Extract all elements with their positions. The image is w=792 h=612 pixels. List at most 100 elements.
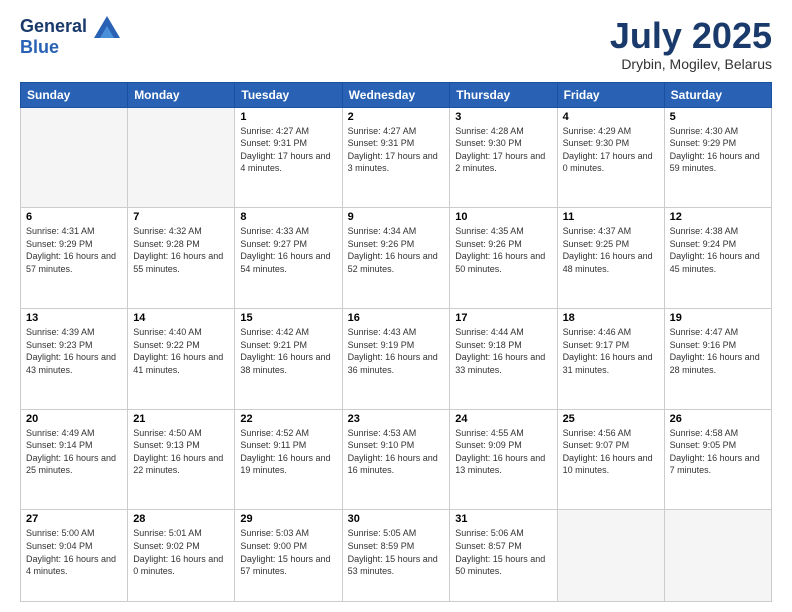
day-cell: 26Sunrise: 4:58 AMSunset: 9:05 PMDayligh… bbox=[664, 409, 771, 510]
col-header-saturday: Saturday bbox=[664, 82, 771, 107]
day-number: 4 bbox=[563, 111, 659, 123]
day-info: Sunrise: 4:52 AMSunset: 9:11 PMDaylight:… bbox=[240, 427, 336, 477]
day-cell: 2 Sunrise: 4:27 AMSunset: 9:31 PMDaylight… bbox=[342, 107, 450, 208]
day-number: 31 bbox=[455, 513, 551, 525]
day-cell: 23Sunrise: 4:53 AMSunset: 9:10 PMDayligh… bbox=[342, 409, 450, 510]
day-cell: 22 Sunrise: 4:52 AMSunset: 9:11 PMDayligh… bbox=[235, 409, 342, 510]
day-info: Sunrise: 4:49 AMSunset: 9:14 PMDaylight:… bbox=[26, 427, 122, 477]
day-cell: 1 Sunrise: 4:27 AMSunset: 9:31 PMDaylight… bbox=[235, 107, 342, 208]
day-number: 8 bbox=[240, 211, 336, 223]
day-info: Sunrise: 4:38 AMSunset: 9:24 PMDaylight:… bbox=[670, 225, 766, 275]
day-number: 9 bbox=[348, 211, 445, 223]
day-cell: 15 Sunrise: 4:42 AMSunset: 9:21 PMDayligh… bbox=[235, 309, 342, 410]
day-number: 7 bbox=[133, 211, 229, 223]
day-info: Sunrise: 4:56 AMSunset: 9:07 PMDaylight:… bbox=[563, 427, 659, 477]
day-cell: 19Sunrise: 4:47 AMSunset: 9:16 PMDayligh… bbox=[664, 309, 771, 410]
day-number: 21 bbox=[133, 413, 229, 425]
day-info: Sunrise: 4:55 AMSunset: 9:09 PMDaylight:… bbox=[455, 427, 551, 477]
header: General Blue July 2025 Drybin, Mogilev, … bbox=[20, 16, 772, 72]
week-row-3: 13Sunrise: 4:39 AMSunset: 9:23 PMDayligh… bbox=[21, 309, 772, 410]
day-cell: 31Sunrise: 5:06 AMSunset: 8:57 PMDayligh… bbox=[450, 510, 557, 602]
day-cell: 11 Sunrise: 4:37 AMSunset: 9:25 PMDayligh… bbox=[557, 208, 664, 309]
day-cell: 3 Sunrise: 4:28 AMSunset: 9:30 PMDaylight… bbox=[450, 107, 557, 208]
day-cell: 17Sunrise: 4:44 AMSunset: 9:18 PMDayligh… bbox=[450, 309, 557, 410]
day-number: 2 bbox=[348, 111, 445, 123]
day-cell: 28 Sunrise: 5:01 AMSunset: 9:02 PMDayligh… bbox=[128, 510, 235, 602]
location: Drybin, Mogilev, Belarus bbox=[610, 56, 772, 72]
day-cell bbox=[664, 510, 771, 602]
day-info: Sunrise: 4:46 AMSunset: 9:17 PMDaylight:… bbox=[563, 326, 659, 376]
day-info: Sunrise: 4:27 AMSunset: 9:31 PMDaylight:… bbox=[348, 125, 445, 175]
day-info: Sunrise: 4:28 AMSunset: 9:30 PMDaylight:… bbox=[455, 125, 551, 175]
day-number: 30 bbox=[348, 513, 445, 525]
day-number: 25 bbox=[563, 413, 659, 425]
day-cell bbox=[21, 107, 128, 208]
day-cell: 7 Sunrise: 4:32 AMSunset: 9:28 PMDaylight… bbox=[128, 208, 235, 309]
day-cell: 20 Sunrise: 4:49 AMSunset: 9:14 PMDayligh… bbox=[21, 409, 128, 510]
day-cell: 8 Sunrise: 4:33 AMSunset: 9:27 PMDaylight… bbox=[235, 208, 342, 309]
day-info: Sunrise: 4:29 AMSunset: 9:30 PMDaylight:… bbox=[563, 125, 659, 175]
day-cell: 16 Sunrise: 4:43 AMSunset: 9:19 PMDayligh… bbox=[342, 309, 450, 410]
day-info: Sunrise: 4:30 AMSunset: 9:29 PMDaylight:… bbox=[670, 125, 766, 175]
day-cell: 9 Sunrise: 4:34 AMSunset: 9:26 PMDaylight… bbox=[342, 208, 450, 309]
day-cell: 27Sunrise: 5:00 AMSunset: 9:04 PMDayligh… bbox=[21, 510, 128, 602]
day-info: Sunrise: 5:03 AMSunset: 9:00 PMDaylight:… bbox=[240, 527, 336, 577]
day-info: Sunrise: 4:35 AMSunset: 9:26 PMDaylight:… bbox=[455, 225, 551, 275]
day-cell: 25 Sunrise: 4:56 AMSunset: 9:07 PMDayligh… bbox=[557, 409, 664, 510]
day-number: 15 bbox=[240, 312, 336, 324]
day-number: 19 bbox=[670, 312, 766, 324]
day-cell: 30Sunrise: 5:05 AMSunset: 8:59 PMDayligh… bbox=[342, 510, 450, 602]
day-number: 1 bbox=[240, 111, 336, 123]
col-header-friday: Friday bbox=[557, 82, 664, 107]
logo: General Blue bbox=[20, 16, 120, 58]
day-info: Sunrise: 5:01 AMSunset: 9:02 PMDaylight:… bbox=[133, 527, 229, 577]
day-number: 20 bbox=[26, 413, 122, 425]
day-cell: 24 Sunrise: 4:55 AMSunset: 9:09 PMDayligh… bbox=[450, 409, 557, 510]
day-number: 24 bbox=[455, 413, 551, 425]
day-info: Sunrise: 4:42 AMSunset: 9:21 PMDaylight:… bbox=[240, 326, 336, 376]
col-header-tuesday: Tuesday bbox=[235, 82, 342, 107]
day-cell: 10 Sunrise: 4:35 AMSunset: 9:26 PMDayligh… bbox=[450, 208, 557, 309]
day-number: 11 bbox=[563, 211, 659, 223]
day-info: Sunrise: 4:27 AMSunset: 9:31 PMDaylight:… bbox=[240, 125, 336, 175]
week-row-5: 27Sunrise: 5:00 AMSunset: 9:04 PMDayligh… bbox=[21, 510, 772, 602]
day-cell: 12 Sunrise: 4:38 AMSunset: 9:24 PMDayligh… bbox=[664, 208, 771, 309]
day-info: Sunrise: 4:50 AMSunset: 9:13 PMDaylight:… bbox=[133, 427, 229, 477]
day-cell: 14Sunrise: 4:40 AMSunset: 9:22 PMDayligh… bbox=[128, 309, 235, 410]
day-number: 10 bbox=[455, 211, 551, 223]
logo-text: General bbox=[20, 16, 120, 38]
col-header-monday: Monday bbox=[128, 82, 235, 107]
day-number: 14 bbox=[133, 312, 229, 324]
day-info: Sunrise: 4:43 AMSunset: 9:19 PMDaylight:… bbox=[348, 326, 445, 376]
day-number: 16 bbox=[348, 312, 445, 324]
page: General Blue July 2025 Drybin, Mogilev, … bbox=[0, 0, 792, 612]
day-cell: 18 Sunrise: 4:46 AMSunset: 9:17 PMDayligh… bbox=[557, 309, 664, 410]
day-number: 3 bbox=[455, 111, 551, 123]
day-cell: 13Sunrise: 4:39 AMSunset: 9:23 PMDayligh… bbox=[21, 309, 128, 410]
col-header-wednesday: Wednesday bbox=[342, 82, 450, 107]
day-cell: 5Sunrise: 4:30 AMSunset: 9:29 PMDaylight… bbox=[664, 107, 771, 208]
day-number: 22 bbox=[240, 413, 336, 425]
day-number: 28 bbox=[133, 513, 229, 525]
week-row-4: 20 Sunrise: 4:49 AMSunset: 9:14 PMDayligh… bbox=[21, 409, 772, 510]
logo-icon bbox=[94, 16, 120, 38]
week-row-1: 1 Sunrise: 4:27 AMSunset: 9:31 PMDaylight… bbox=[21, 107, 772, 208]
day-info: Sunrise: 4:31 AMSunset: 9:29 PMDaylight:… bbox=[26, 225, 122, 275]
day-number: 12 bbox=[670, 211, 766, 223]
day-info: Sunrise: 4:32 AMSunset: 9:28 PMDaylight:… bbox=[133, 225, 229, 275]
day-info: Sunrise: 4:44 AMSunset: 9:18 PMDaylight:… bbox=[455, 326, 551, 376]
calendar-header-row: SundayMondayTuesdayWednesdayThursdayFrid… bbox=[21, 82, 772, 107]
day-info: Sunrise: 5:00 AMSunset: 9:04 PMDaylight:… bbox=[26, 527, 122, 577]
day-cell bbox=[557, 510, 664, 602]
day-cell bbox=[128, 107, 235, 208]
day-info: Sunrise: 4:33 AMSunset: 9:27 PMDaylight:… bbox=[240, 225, 336, 275]
day-info: Sunrise: 4:37 AMSunset: 9:25 PMDaylight:… bbox=[563, 225, 659, 275]
day-number: 29 bbox=[240, 513, 336, 525]
day-number: 18 bbox=[563, 312, 659, 324]
col-header-sunday: Sunday bbox=[21, 82, 128, 107]
day-info: Sunrise: 4:34 AMSunset: 9:26 PMDaylight:… bbox=[348, 225, 445, 275]
day-info: Sunrise: 4:58 AMSunset: 9:05 PMDaylight:… bbox=[670, 427, 766, 477]
week-row-2: 6 Sunrise: 4:31 AMSunset: 9:29 PMDaylight… bbox=[21, 208, 772, 309]
day-number: 6 bbox=[26, 211, 122, 223]
month-title: July 2025 bbox=[610, 16, 772, 56]
